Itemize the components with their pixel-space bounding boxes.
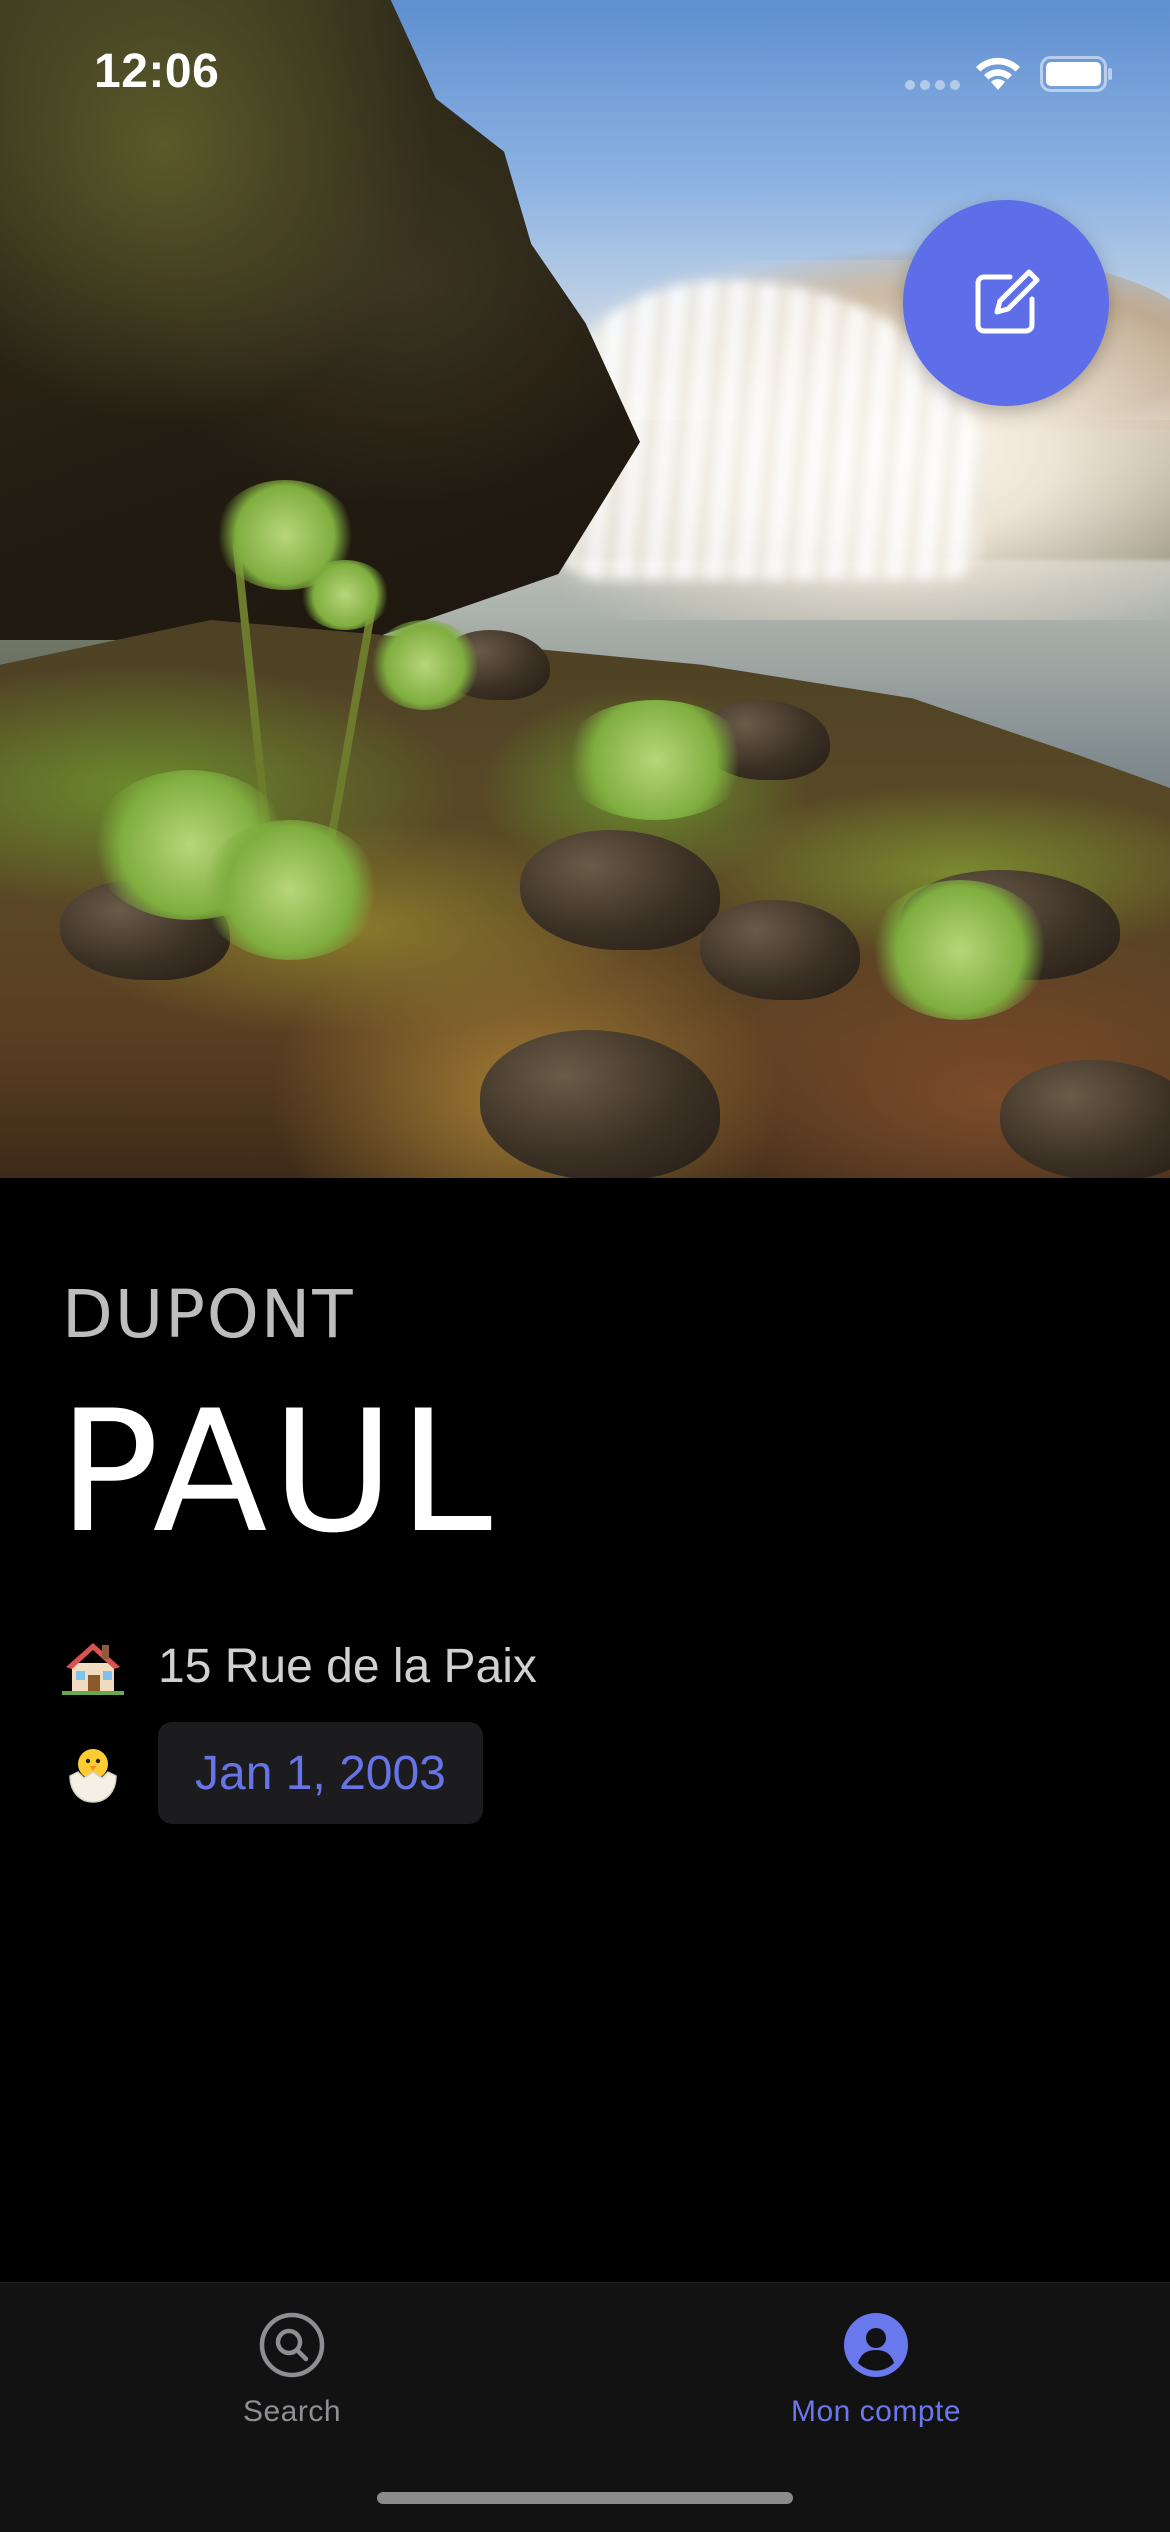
- edit-icon: [975, 269, 1040, 334]
- tab-search-label: Search: [242, 2395, 342, 2428]
- birthdate-text: Jan 1, 2003: [195, 1746, 446, 1800]
- hatching-chick-icon: [69, 1749, 117, 1803]
- last-name: DUPONT: [62, 1276, 355, 1353]
- wifi-icon: [976, 57, 1020, 90]
- tab-mon-compte[interactable]: Mon compte: [716, 2307, 1036, 2457]
- tab-search[interactable]: Search: [132, 2307, 452, 2457]
- battery-icon: [1040, 56, 1112, 92]
- home-indicator[interactable]: [377, 2492, 793, 2504]
- status-time: 12:06: [94, 45, 220, 98]
- first-name: PAUL: [58, 1374, 497, 1570]
- birthdate-row: Jan 1, 2003: [62, 1722, 483, 1824]
- tab-mon-compte-label: Mon compte: [790, 2395, 962, 2428]
- address-text: 15 Rue de la Paix: [158, 1639, 537, 1693]
- account-icon: [844, 2313, 908, 2377]
- status-bar: 12:06: [0, 0, 1170, 150]
- cellular-signal-icon: [905, 80, 961, 90]
- edit-profile-button[interactable]: [903, 200, 1109, 406]
- birthdate-button[interactable]: Jan 1, 2003: [158, 1722, 483, 1824]
- search-icon: [259, 2312, 325, 2378]
- house-emoji-icon: [62, 1643, 124, 1695]
- address-row: 15 Rue de la Paix: [62, 1628, 537, 1704]
- profile-screen: 12:06 DUPONT PAUL 15 Rue de la Paix Jan …: [0, 0, 1170, 2532]
- hero-image: [0, 0, 1170, 1178]
